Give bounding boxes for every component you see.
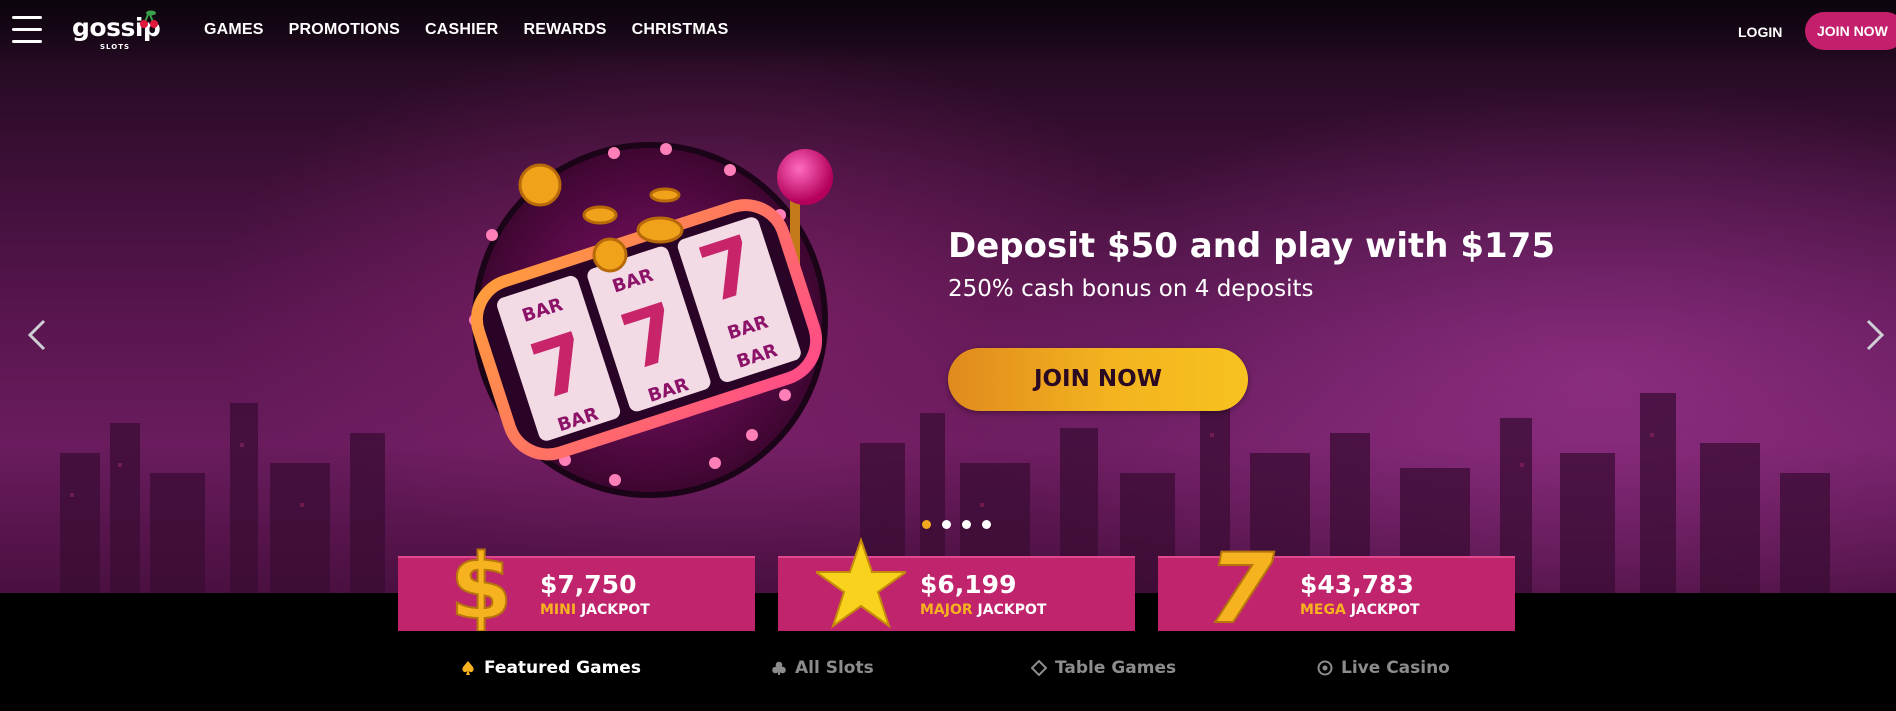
poker-chip-icon [1317,660,1333,676]
jackpot-card-major[interactable]: $6,199 MAJOR JACKPOT [778,536,1135,631]
spade-icon [462,661,474,675]
seven-icon: 7 [1207,536,1276,631]
svg-text:$: $ [450,536,513,631]
jackpot-amount: $6,199 [920,570,1017,599]
nav-games[interactable]: GAMES [204,21,264,39]
carousel-indicators [922,520,991,529]
jackpot-tier: MAJOR [920,602,973,618]
jackpot-tier: MEGA [1300,602,1346,618]
jackpot-word: JACKPOT [977,602,1047,618]
nav-cashier[interactable]: CASHIER [425,21,498,39]
tab-live-casino[interactable]: Live Casino [1317,658,1450,678]
carousel-dot-3[interactable] [962,520,971,529]
svg-text:7: 7 [1208,536,1275,631]
join-now-hero-button[interactable]: JOIN NOW [948,348,1248,411]
tab-featured-games[interactable]: Featured Games [460,658,641,678]
tab-label: Live Casino [1341,658,1450,678]
dollar-sign-icon: $ [449,536,514,631]
hero-subline: 250% cash bonus on 4 deposits [948,276,1314,302]
hamburger-menu-icon[interactable] [12,16,42,46]
carousel-next-arrow-icon[interactable] [1858,318,1888,352]
jackpot-card-mini[interactable]: $ $7,750 MINI JACKPOT [398,536,755,631]
nav-promotions[interactable]: PROMOTIONS [289,21,400,39]
tab-label: Featured Games [484,658,641,678]
jackpot-word: JACKPOT [1350,602,1420,618]
jackpot-amount: $7,750 [540,570,637,599]
tab-label: All Slots [795,658,874,678]
tab-label: Table Games [1055,658,1177,678]
nav-rewards[interactable]: REWARDS [523,21,606,39]
tab-all-slots[interactable]: All Slots [771,658,874,678]
carousel-prev-arrow-icon[interactable] [24,318,54,352]
top-navigation-bar: gossip SLOTS GAMES PROMOTIONS CASHIER RE… [0,0,1896,64]
carousel-dot-2[interactable] [942,520,951,529]
join-now-header-button[interactable]: JOIN NOW [1805,12,1896,50]
jackpot-label: MINI JACKPOT [540,602,650,618]
slot-machine-illustration: BAR 7 BAR BAR 7 BAR 7 BAR BAR [469,142,833,498]
carousel-dot-1[interactable] [922,520,931,529]
diamond-icon [1031,660,1047,676]
jackpot-label: MAJOR JACKPOT [920,602,1046,618]
jackpot-tier: MINI [540,602,577,618]
jackpot-card-mega[interactable]: 7 $43,783 MEGA JACKPOT [1158,536,1515,631]
brand-tagline: SLOTS [100,43,131,51]
nav-christmas[interactable]: CHRISTMAS [632,21,729,39]
hero-headline: Deposit $50 and play with $175 [948,226,1555,266]
jackpot-amount: $43,783 [1300,570,1414,599]
tab-table-games[interactable]: Table Games [1031,658,1176,678]
cherry-icon [140,10,158,28]
main-nav: GAMES PROMOTIONS CASHIER REWARDS CHRISTM… [204,21,729,39]
star-icon [816,536,906,629]
login-link[interactable]: LOGIN [1738,24,1782,40]
game-category-tabs: Featured Games All Slots Table Games Liv… [0,658,1896,688]
jackpot-word: JACKPOT [580,602,650,618]
carousel-dot-4[interactable] [982,520,991,529]
brand-logo[interactable]: gossip SLOTS [72,10,172,54]
jackpot-label: MEGA JACKPOT [1300,602,1420,618]
club-icon [772,661,786,675]
